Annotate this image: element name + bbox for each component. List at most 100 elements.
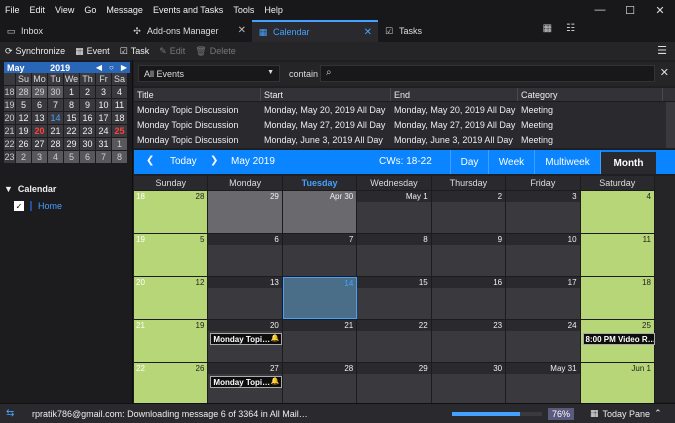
month-day-cell[interactable]: 30 [431,363,507,405]
synchronize-button[interactable]: ⟳ Synchronize [5,46,65,57]
calendar-event[interactable]: 8:00 PM Video R… [582,333,655,345]
table-row[interactable]: Monday Topic Discussion Monday, May 27, … [134,117,675,132]
tab-inbox[interactable]: ▭ Inbox [0,20,126,42]
mini-calendar-day[interactable]: 3 [96,86,112,99]
mini-calendar-day[interactable]: 2 [16,151,32,164]
mini-calendar-day[interactable]: 17 [96,112,112,125]
column-end[interactable]: End [391,88,518,101]
mini-calendar-day[interactable]: 24 [96,125,112,138]
month-day-cell[interactable]: 14 [282,277,358,319]
table-row[interactable]: Monday Topic Discussion Monday, May 20, … [134,102,675,117]
menu-file[interactable]: File [0,5,25,15]
mini-calendar-day[interactable]: 1 [64,86,80,99]
month-day-cell[interactable]: 21 [282,320,358,362]
mini-calendar-day[interactable]: 7 [96,151,112,164]
tab-week[interactable]: Week [488,150,534,174]
month-day-cell[interactable]: 21 19 [134,320,209,362]
mini-calendar-day[interactable]: 8 [112,151,128,164]
new-task-button[interactable]: ☑ Task [120,46,150,57]
month-day-cell[interactable]: 23 [431,320,507,362]
tab-month[interactable]: Month [600,150,656,174]
mini-calendar-day[interactable]: 16 [80,112,96,125]
month-day-cell[interactable]: 22 26 [134,363,209,405]
month-day-cell[interactable]: 29 [208,191,283,233]
month-day-cell[interactable]: 16 [431,277,507,319]
month-day-cell[interactable]: 29 [357,363,432,405]
month-day-cell[interactable]: 2 [431,191,507,233]
mini-calendar-day[interactable]: 31 [96,138,112,151]
event-search-input[interactable]: ⌕ [320,65,655,82]
mini-calendar-day[interactable]: 28 [48,138,64,151]
month-grid-scrollbar[interactable] [655,176,675,402]
mini-calendar-day[interactable]: 29 [32,86,48,99]
column-title[interactable]: Title [134,88,261,101]
menu-edit[interactable]: Edit [25,5,51,15]
mini-calendar-day[interactable]: 2 [80,86,96,99]
month-day-cell[interactable]: 20 Monday Topi… 🔔 [208,320,283,362]
mini-calendar-day[interactable]: 21 [48,125,64,138]
month-day-cell[interactable]: 18 [580,277,655,319]
prev-month-icon[interactable]: ◀ [96,63,102,72]
mini-calendar-day[interactable]: 28 [16,86,32,99]
next-month-icon[interactable]: ▶ [121,63,127,72]
table-row[interactable]: Monday Topic Discussion Monday, June 3, … [134,132,675,147]
calendar-item-home[interactable]: ✓ Home [14,201,62,211]
close-tab-icon[interactable]: ✕ [364,27,372,38]
mini-calendar-day[interactable]: 20 [32,125,48,138]
month-day-cell[interactable]: 13 [208,277,283,319]
prev-period-icon[interactable]: ❮ [146,155,154,166]
mini-calendar-day[interactable]: 22 [64,125,80,138]
close-window-button[interactable]: ✕ [645,0,675,20]
tab-addons-manager[interactable]: ✣ Add-ons Manager ✕ [126,20,252,42]
mini-calendar-day[interactable]: 15 [64,112,80,125]
tasks-quick-icon[interactable]: ☷ [566,23,575,34]
mini-calendar-day[interactable]: 7 [48,99,64,112]
mini-calendar-day[interactable]: 13 [32,112,48,125]
mini-calendar-day[interactable]: 6 [80,151,96,164]
mini-calendar-day[interactable]: 1 [112,138,128,151]
mini-calendar-day[interactable]: 30 [48,86,64,99]
month-day-cell[interactable]: 22 [357,320,432,362]
maximize-button[interactable]: ☐ [615,0,645,20]
mini-calendar-day[interactable]: 29 [64,138,80,151]
month-day-cell[interactable]: Jun 1 [580,363,655,405]
online-status-icon[interactable]: ⇆ [6,408,14,419]
mini-calendar-day[interactable]: 3 [32,151,48,164]
checkbox-checked-icon[interactable]: ✓ [14,201,24,211]
menu-view[interactable]: View [50,5,79,15]
tab-day[interactable]: Day [450,150,488,174]
month-day-cell[interactable]: 25 8:00 PM Video R… [580,320,655,362]
month-day-cell[interactable]: 20 12 [134,277,209,319]
month-day-cell[interactable]: May 31 [506,363,581,405]
mini-calendar-day[interactable]: 27 [32,138,48,151]
month-day-cell[interactable]: 28 [282,363,358,405]
month-day-cell[interactable]: 10 [506,234,581,276]
calendar-event[interactable]: Monday Topi… 🔔 [210,376,283,388]
month-day-cell[interactable]: 6 [208,234,283,276]
menu-help[interactable]: Help [259,5,288,15]
mini-calendar-year[interactable]: 2019 [50,63,70,73]
month-day-cell[interactable]: 7 [282,234,358,276]
mini-calendar-day[interactable]: 4 [48,151,64,164]
mini-calendar-day[interactable]: 30 [80,138,96,151]
menu-tools[interactable]: Tools [228,5,259,15]
tab-multiweek[interactable]: Multiweek [534,150,600,174]
today-button[interactable]: Today [170,156,197,167]
mini-calendar-day[interactable]: 18 [112,112,128,125]
mini-calendar-day[interactable]: 4 [112,86,128,99]
mini-calendar-day[interactable]: 10 [96,99,112,112]
delete-button[interactable]: 🗑 Delete [195,46,235,57]
month-day-cell[interactable]: 18 28 [134,191,209,233]
today-pane-toggle[interactable]: ▦ Today Pane ⌃ [590,408,662,419]
mini-calendar-day[interactable]: 5 [16,99,32,112]
event-list-scrollbar[interactable] [666,102,675,148]
edit-button[interactable]: ✎ Edit [159,46,185,57]
tab-tasks[interactable]: ☑ Tasks [378,20,504,42]
close-search-icon[interactable]: ✕ [660,66,669,79]
next-period-icon[interactable]: ❯ [210,155,218,166]
mini-calendar-day[interactable]: 6 [32,99,48,112]
calendar-list-header[interactable]: ▼ Calendar [4,184,56,194]
menu-events-and-tasks[interactable]: Events and Tasks [148,5,228,15]
column-category[interactable]: Category [518,88,663,101]
hamburger-menu-icon[interactable]: ☰ [657,44,667,57]
